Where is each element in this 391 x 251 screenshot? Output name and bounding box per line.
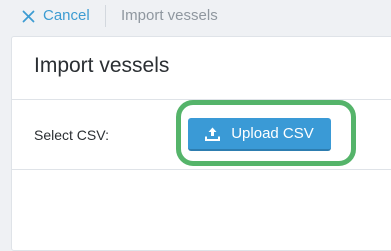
import-panel: Import vessels Select CSV: Upload CSV: [11, 36, 391, 251]
panel-title: Import vessels: [34, 54, 170, 77]
cancel-link[interactable]: Cancel: [22, 6, 90, 26]
close-icon: [22, 10, 35, 23]
select-csv-label: Select CSV:: [34, 127, 109, 143]
top-bar: Cancel Import vessels: [0, 0, 391, 33]
header-divider: [105, 5, 106, 27]
breadcrumb-title: Import vessels: [121, 7, 218, 24]
upload-icon: [205, 127, 221, 141]
upload-button-label: Upload CSV: [231, 124, 314, 142]
cancel-label: Cancel: [43, 7, 90, 24]
divider: [12, 169, 391, 170]
upload-csv-button[interactable]: Upload CSV: [188, 118, 331, 151]
